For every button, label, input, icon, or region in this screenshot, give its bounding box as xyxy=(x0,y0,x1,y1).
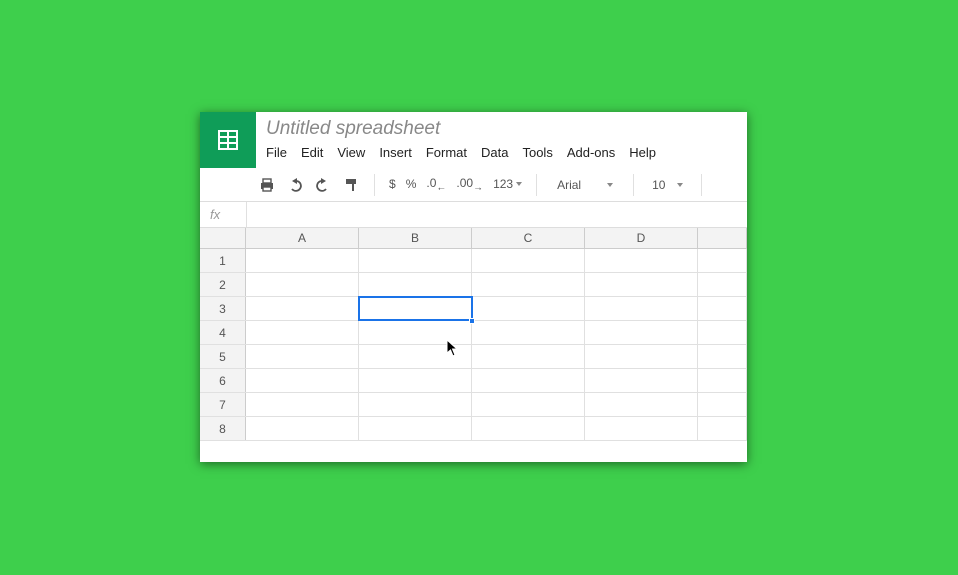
row: 4 xyxy=(200,321,747,345)
currency-button[interactable]: $ xyxy=(389,177,396,191)
cell[interactable] xyxy=(585,273,698,296)
row: 1 xyxy=(200,249,747,273)
col-header-extra[interactable] xyxy=(698,228,747,248)
row: 8 xyxy=(200,417,747,441)
menu-format[interactable]: Format xyxy=(426,145,467,160)
formula-bar: fx xyxy=(200,202,747,228)
cell[interactable] xyxy=(246,369,359,392)
cell[interactable] xyxy=(472,249,585,272)
cell[interactable] xyxy=(359,273,472,296)
cell[interactable] xyxy=(246,345,359,368)
fx-icon: fx xyxy=(210,207,246,222)
spreadsheet-window: Untitled spreadsheet File Edit View Inse… xyxy=(200,112,747,462)
decrease-decimal-button[interactable]: .0← xyxy=(426,176,446,193)
cell[interactable] xyxy=(359,417,472,440)
cell[interactable] xyxy=(246,297,359,320)
font-select-label: Arial xyxy=(557,178,581,192)
cell[interactable] xyxy=(246,393,359,416)
cell[interactable] xyxy=(359,297,472,320)
cell[interactable] xyxy=(246,321,359,344)
cell[interactable] xyxy=(472,369,585,392)
document-title[interactable]: Untitled spreadsheet xyxy=(266,116,737,143)
cell[interactable] xyxy=(585,417,698,440)
cell[interactable] xyxy=(472,417,585,440)
cell[interactable] xyxy=(246,249,359,272)
menu-tools[interactable]: Tools xyxy=(522,145,552,160)
menu-data[interactable]: Data xyxy=(481,145,508,160)
font-size-select[interactable]: 10 xyxy=(648,178,687,192)
row-header-1[interactable]: 1 xyxy=(200,249,246,272)
paint-format-icon[interactable] xyxy=(342,176,360,194)
cell[interactable] xyxy=(698,417,747,440)
row-header-3[interactable]: 3 xyxy=(200,297,246,320)
cell[interactable] xyxy=(585,393,698,416)
menu-bar: File Edit View Insert Format Data Tools … xyxy=(266,143,737,160)
increase-decimal-button[interactable]: .00→ xyxy=(456,176,483,193)
cell[interactable] xyxy=(698,297,747,320)
cell[interactable] xyxy=(698,321,747,344)
cell[interactable] xyxy=(585,345,698,368)
row-header-4[interactable]: 4 xyxy=(200,321,246,344)
cell[interactable] xyxy=(359,393,472,416)
cell[interactable] xyxy=(698,369,747,392)
cell[interactable] xyxy=(698,345,747,368)
row-header-8[interactable]: 8 xyxy=(200,417,246,440)
font-size-label: 10 xyxy=(652,178,665,192)
cell[interactable] xyxy=(585,249,698,272)
menu-view[interactable]: View xyxy=(337,145,365,160)
number-format-button[interactable]: 123 xyxy=(493,177,522,191)
cell[interactable] xyxy=(698,273,747,296)
row-header-2[interactable]: 2 xyxy=(200,273,246,296)
chevron-down-icon xyxy=(677,183,683,187)
col-header-B[interactable]: B xyxy=(359,228,472,248)
cell[interactable] xyxy=(472,345,585,368)
col-header-A[interactable]: A xyxy=(246,228,359,248)
menu-file[interactable]: File xyxy=(266,145,287,160)
formula-input[interactable] xyxy=(247,202,747,227)
row-header-5[interactable]: 5 xyxy=(200,345,246,368)
row: 7 xyxy=(200,393,747,417)
cell[interactable] xyxy=(585,321,698,344)
row-header-6[interactable]: 6 xyxy=(200,369,246,392)
cell[interactable] xyxy=(472,297,585,320)
col-header-D[interactable]: D xyxy=(585,228,698,248)
cell[interactable] xyxy=(246,273,359,296)
cell[interactable] xyxy=(472,393,585,416)
chevron-down-icon xyxy=(607,183,613,187)
cell[interactable] xyxy=(359,249,472,272)
cell[interactable] xyxy=(472,273,585,296)
cell[interactable] xyxy=(585,369,698,392)
fill-handle[interactable] xyxy=(469,318,475,324)
redo-icon[interactable] xyxy=(314,176,332,194)
row: 3 xyxy=(200,297,747,321)
col-header-C[interactable]: C xyxy=(472,228,585,248)
menu-help[interactable]: Help xyxy=(629,145,656,160)
cell-grid: A B C D 12345678 xyxy=(200,228,747,441)
undo-icon[interactable] xyxy=(286,176,304,194)
cell[interactable] xyxy=(359,369,472,392)
cell[interactable] xyxy=(246,417,359,440)
row: 6 xyxy=(200,369,747,393)
row-header-7[interactable]: 7 xyxy=(200,393,246,416)
print-icon[interactable] xyxy=(258,176,276,194)
cell[interactable] xyxy=(585,297,698,320)
row: 5 xyxy=(200,345,747,369)
menu-addons[interactable]: Add-ons xyxy=(567,145,615,160)
row: 2 xyxy=(200,273,747,297)
cell[interactable] xyxy=(698,393,747,416)
sheets-logo-icon xyxy=(200,112,256,168)
titlebar: Untitled spreadsheet File Edit View Inse… xyxy=(200,112,747,168)
cursor-icon xyxy=(446,339,460,360)
cell[interactable] xyxy=(698,249,747,272)
toolbar: $ % .0← .00→ 123 Arial 10 xyxy=(200,168,747,202)
menu-insert[interactable]: Insert xyxy=(379,145,412,160)
percent-button[interactable]: % xyxy=(406,177,417,191)
font-select[interactable]: Arial xyxy=(551,178,619,192)
menu-edit[interactable]: Edit xyxy=(301,145,323,160)
cell[interactable] xyxy=(472,321,585,344)
select-all-corner[interactable] xyxy=(200,228,246,248)
